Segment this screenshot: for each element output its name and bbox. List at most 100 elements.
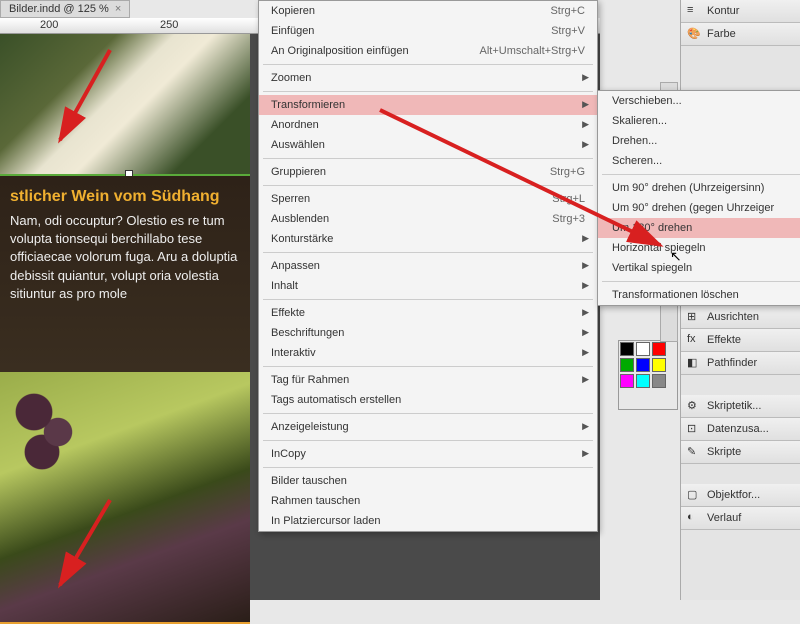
submenu-item[interactable]: Drehen...	[598, 131, 800, 151]
text-frame[interactable]: stlicher Wein vom Südhang Nam, odi occup…	[0, 176, 250, 372]
submenu-arrow-icon: ▶	[582, 260, 589, 271]
heading: stlicher Wein vom Südhang	[10, 188, 240, 206]
gradient-icon: ◐	[687, 511, 701, 525]
menu-item[interactable]: EinfügenStrg+V	[259, 21, 597, 41]
submenu-arrow-icon: ▶	[582, 280, 589, 291]
submenu-item[interactable]: Scheren...	[598, 151, 800, 171]
panel-label: Kontur	[707, 5, 739, 17]
context-menu[interactable]: KopierenStrg+CEinfügenStrg+VAn Originalp…	[258, 0, 598, 532]
panel-fx[interactable]: fx Effekte	[681, 329, 800, 352]
menu-shortcut: Strg+L	[552, 193, 585, 205]
obj-icon: ▢	[687, 488, 701, 502]
menu-item[interactable]: Bilder tauschen	[259, 471, 597, 491]
menu-item[interactable]: Inhalt ▶	[259, 276, 597, 296]
submenu-arrow-icon: ▶	[582, 99, 589, 110]
submenu-arrow-icon: ▶	[582, 327, 589, 338]
pathfinder-icon: ◧	[687, 356, 701, 370]
menu-shortcut: Strg+G	[550, 166, 585, 178]
fx-icon: fx	[687, 333, 701, 347]
panel-data[interactable]: ⊡ Datenzusa...	[681, 418, 800, 441]
align-icon: ⊞	[687, 310, 701, 324]
menu-item[interactable]: Interaktiv▶	[259, 343, 597, 363]
menu-item-label: In Platziercursor laden	[271, 515, 380, 527]
menu-item[interactable]: Zoomen ▶	[259, 68, 597, 88]
close-icon[interactable]: ×	[115, 3, 121, 15]
submenu-item[interactable]: Transformationen löschen	[598, 285, 800, 305]
menu-item[interactable]: Anpassen ▶	[259, 256, 597, 276]
submenu-item[interactable]: Um 180° drehen	[598, 218, 800, 238]
submenu-item[interactable]: Verschieben...	[598, 91, 800, 111]
scripts-icon: ✎	[687, 445, 701, 459]
menu-item[interactable]: An Originalposition einfügen Alt+Umschalt…	[259, 41, 597, 61]
panel-obj[interactable]: ▢ Objektfor...	[681, 484, 800, 507]
body-text: Nam, odi occuptur? Olestio es re tum vol…	[10, 212, 240, 303]
submenu-arrow-icon: ▶	[582, 139, 589, 150]
menu-item[interactable]: InCopy▶	[259, 444, 597, 464]
panel-pathfinder[interactable]: ◧ Pathfinder	[681, 352, 800, 375]
menu-item[interactable]: Konturstärke▶	[259, 229, 597, 249]
annotation-arrow-icon	[40, 490, 130, 600]
menu-item[interactable]: Transformieren▶	[259, 95, 597, 115]
menu-item[interactable]: Gruppieren Strg+G	[259, 162, 597, 182]
menu-item-label: Kopieren	[271, 5, 315, 17]
menu-item-label: Einfügen	[271, 25, 314, 37]
menu-item-label: Bilder tauschen	[271, 475, 347, 487]
menu-item[interactable]: In Platziercursor laden	[259, 511, 597, 531]
stroke-icon: ≡	[687, 4, 701, 18]
swatch-strip[interactable]	[618, 340, 678, 410]
panel-label: Skripte	[707, 446, 741, 458]
mouse-cursor-icon: ↖	[670, 248, 682, 265]
panel-scripts[interactable]: ✎ Skripte	[681, 441, 800, 464]
menu-item[interactable]: Effekte▶	[259, 303, 597, 323]
menu-item[interactable]: Anordnen▶	[259, 115, 597, 135]
panel-stroke[interactable]: ≡ Kontur	[681, 0, 800, 23]
menu-item-label: Auswählen	[271, 139, 325, 151]
panel-gradient[interactable]: ◐ Verlauf	[681, 507, 800, 530]
menu-item-label: Anordnen	[271, 119, 319, 131]
tab-title: Bilder.indd @ 125 %	[9, 3, 109, 15]
submenu-item[interactable]: Skalieren...	[598, 111, 800, 131]
menu-item-label: Tags automatisch erstellen	[271, 394, 401, 406]
panel-label: Verlauf	[707, 512, 741, 524]
menu-item-label: Konturstärke	[271, 233, 333, 245]
menu-item[interactable]: Tags automatisch erstellen	[259, 390, 597, 410]
panel-label: Datenzusa...	[707, 423, 769, 435]
menu-item[interactable]: Anzeigeleistung ▶	[259, 417, 597, 437]
submenu-item[interactable]: Horizontal spiegeln	[598, 238, 800, 258]
panel-align[interactable]: ⊞ Ausrichten	[681, 306, 800, 329]
panel-label: Effekte	[707, 334, 741, 346]
menu-item-label: Interaktiv	[271, 347, 316, 359]
panel-script[interactable]: ⚙Skriptetik...	[681, 395, 800, 418]
submenu-item[interactable]: Um 90° drehen (gegen Uhrzeiger	[598, 198, 800, 218]
menu-item[interactable]: Auswählen ▶	[259, 135, 597, 155]
transform-submenu[interactable]: Verschieben...Skalieren...Drehen...Scher…	[597, 90, 800, 306]
menu-item[interactable]: AusblendenStrg+3	[259, 209, 597, 229]
panel-label: Ausrichten	[707, 311, 759, 323]
menu-item-label: Tag für Rahmen	[271, 374, 349, 386]
submenu-item[interactable]: Vertikal spiegeln	[598, 258, 800, 278]
panel-label: Objektfor...	[707, 489, 760, 501]
submenu-arrow-icon: ▶	[582, 421, 589, 432]
menu-item-label: An Originalposition einfügen	[271, 45, 409, 57]
panel-color[interactable]: 🎨Farbe	[681, 23, 800, 46]
menu-item[interactable]: Rahmen tauschen	[259, 491, 597, 511]
menu-item-label: Zoomen	[271, 72, 311, 84]
menu-item-label: Anzeigeleistung	[271, 421, 349, 433]
menu-item[interactable]: Tag für Rahmen▶	[259, 370, 597, 390]
menu-item[interactable]: Beschriftungen ▶	[259, 323, 597, 343]
menu-item-label: Anpassen	[271, 260, 320, 272]
menu-item-label: Inhalt	[271, 280, 298, 292]
submenu-item[interactable]: Um 90° drehen (Uhrzeigersinn)	[598, 178, 800, 198]
menu-item-label: Sperren	[271, 193, 310, 205]
document-tab[interactable]: Bilder.indd @ 125 % ×	[0, 0, 130, 18]
menu-item-label: Rahmen tauschen	[271, 495, 360, 507]
menu-shortcut: Alt+Umschalt+Strg+V	[480, 45, 585, 57]
menu-item[interactable]: KopierenStrg+C	[259, 1, 597, 21]
menu-item-label: Beschriftungen	[271, 327, 344, 339]
submenu-arrow-icon: ▶	[582, 72, 589, 83]
data-icon: ⊡	[687, 422, 701, 436]
menu-item-label: Ausblenden	[271, 213, 329, 225]
menu-item-label: Gruppieren	[271, 166, 326, 178]
menu-item[interactable]: Sperren Strg+L	[259, 189, 597, 209]
panel-label: Pathfinder	[707, 357, 757, 369]
